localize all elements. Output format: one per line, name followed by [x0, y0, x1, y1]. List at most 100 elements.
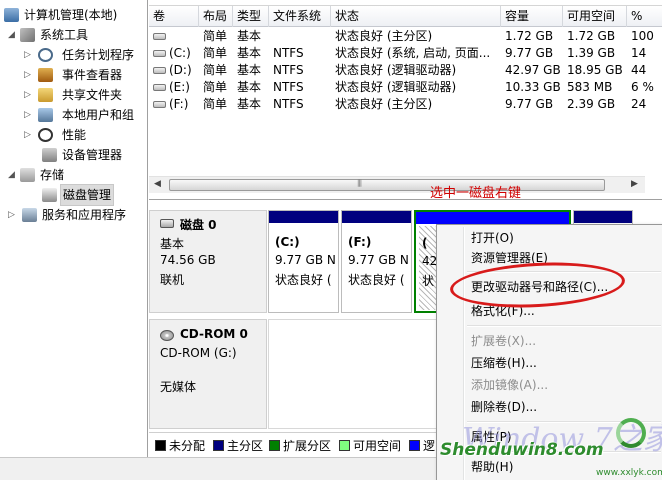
layout-cell: 简单 — [203, 29, 228, 43]
disk-0-label[interactable]: 磁盘 0 基本 74.56 GB 联机 — [149, 210, 267, 313]
volume-name: (E:) — [169, 80, 190, 94]
legend-label: 未分配 — [169, 439, 206, 453]
menu-item-extend-volume: 扩展卷(X)... — [471, 334, 537, 348]
partition-letter: (F:) — [348, 235, 372, 249]
scroll-left-arrow-icon[interactable]: ◀ — [154, 179, 161, 189]
free-space-cell: 18.95 GB — [567, 63, 623, 77]
volume-name: (F:) — [169, 97, 189, 111]
volume-icon — [153, 50, 166, 57]
volume-cell: (E:) — [149, 79, 199, 96]
layout-cell: 简单 — [203, 46, 228, 60]
partition-c[interactable]: (C:) 9.77 GB N 状态良好 ( — [268, 210, 339, 313]
partition-status: 状态良好 ( — [275, 273, 332, 287]
column-header-status[interactable]: 状态 — [331, 6, 501, 27]
partition-status: 状 — [422, 274, 435, 288]
volume-icon — [153, 101, 166, 108]
status-cell: 状态良好 (逻辑驱动器) — [335, 63, 457, 77]
column-header-volume[interactable]: 卷 — [149, 6, 199, 27]
filesystem-cell: NTFS — [273, 80, 304, 94]
column-header-free-space[interactable]: 可用空间 — [563, 6, 627, 27]
collapsed-arrow-icon[interactable]: ▷ — [8, 205, 18, 225]
cdrom-name: CD-ROM 0 — [180, 327, 248, 341]
partition-bar — [342, 211, 411, 223]
scrollbar-thumb[interactable] — [169, 179, 605, 191]
free-space-cell: 1.72 GB — [567, 29, 616, 43]
collapsed-arrow-icon[interactable]: ▷ — [24, 85, 34, 105]
collapsed-arrow-icon[interactable]: ▷ — [24, 105, 34, 125]
volume-cell: (D:) — [149, 62, 199, 79]
filesystem-cell: NTFS — [273, 97, 304, 111]
collapsed-arrow-icon[interactable]: ▷ — [24, 45, 34, 65]
partition-bar — [269, 211, 338, 223]
volume-cell: (C:) — [149, 45, 199, 62]
legend-swatch — [339, 440, 350, 451]
free-space-cell: 1.39 GB — [567, 46, 616, 60]
legend-swatch — [409, 440, 420, 451]
tree-label: 服务和应用程序 — [42, 208, 127, 222]
storage-icon — [20, 168, 35, 182]
volume-icon — [153, 84, 166, 91]
column-header-filesystem[interactable]: 文件系统 — [269, 6, 331, 27]
volume-row[interactable]: (E:) 简单 基本 NTFS 状态良好 (逻辑驱动器) 10.33 GB 58… — [149, 79, 662, 96]
expanded-arrow-icon[interactable]: ◢ — [8, 25, 18, 45]
volume-icon — [153, 67, 166, 74]
users-icon — [38, 108, 53, 122]
legend-label: 可用空间 — [353, 439, 402, 453]
column-header-type[interactable]: 类型 — [233, 6, 269, 27]
performance-icon — [38, 128, 53, 142]
cdrom-media: 无媒体 — [160, 380, 197, 394]
collapsed-arrow-icon[interactable]: ▷ — [24, 125, 34, 145]
capacity-cell: 1.72 GB — [505, 29, 554, 43]
event-viewer-icon — [38, 68, 53, 82]
clock-icon — [38, 48, 53, 62]
percent-free-cell: 6 % — [631, 80, 654, 94]
legend-item-free-space: 可用空间 — [339, 439, 401, 453]
type-cell: 基本 — [237, 46, 262, 60]
filesystem-cell: NTFS — [273, 46, 304, 60]
legend-swatch — [269, 440, 280, 451]
volume-row[interactable]: 简单 基本 状态良好 (主分区) 1.72 GB 1.72 GB 100 — [149, 28, 662, 45]
legend-label: 扩展分区 — [283, 439, 332, 453]
volume-name: (C:) — [169, 46, 191, 60]
type-cell: 基本 — [237, 97, 262, 111]
volume-row[interactable]: (D:) 简单 基本 NTFS 状态良好 (逻辑驱动器) 42.97 GB 18… — [149, 62, 662, 79]
volume-list: 卷 布局 类型 文件系统 状态 容量 可用空间 % 简单 基本 状态良好 (主分… — [149, 0, 662, 200]
volume-cell: (F:) — [149, 96, 199, 113]
disk-management-icon — [42, 188, 57, 202]
menu-item-open[interactable]: 打开(O) — [471, 228, 514, 248]
column-header-percent-free[interactable]: % — [627, 6, 662, 27]
tree-label: 计算机管理(本地) — [24, 8, 118, 22]
watermark-site-small: www.xxlyk.com — [596, 468, 662, 478]
column-header-capacity[interactable]: 容量 — [501, 6, 563, 27]
menu-item-shrink-volume[interactable]: 压缩卷(H)... — [471, 353, 537, 373]
cdrom-0-label[interactable]: CD-ROM 0 CD-ROM (G:) 无媒体 — [149, 319, 267, 429]
status-cell: 状态良好 (逻辑驱动器) — [335, 80, 457, 94]
tree-label: 存储 — [40, 168, 65, 182]
legend-label: 逻 — [423, 439, 436, 453]
volume-row[interactable]: (C:) 简单 基本 NTFS 状态良好 (系统, 启动, 页面... 9.77… — [149, 45, 662, 62]
free-space-cell: 2.39 GB — [567, 97, 616, 111]
partition-f[interactable]: (F:) 9.77 GB N 状态良好 ( — [341, 210, 412, 313]
menu-item-help[interactable]: 帮助(H) — [471, 457, 513, 477]
volume-row[interactable]: (F:) 简单 基本 NTFS 状态良好 (主分区) 9.77 GB 2.39 … — [149, 96, 662, 113]
navigation-tree: 计算机管理(本地) ◢ 系统工具 ▷ 任务计划程序 ▷ 事件查看器 ▷ 共享文件… — [0, 0, 148, 457]
type-cell: 基本 — [237, 29, 262, 43]
legend-label: 主分区 — [227, 439, 264, 453]
scroll-right-arrow-icon[interactable]: ▶ — [631, 179, 638, 189]
layout-cell: 简单 — [203, 97, 228, 111]
shared-folder-icon — [38, 88, 53, 102]
disk-type: 基本 — [160, 237, 185, 251]
legend-item-logical: 逻 — [409, 439, 435, 453]
partition-size: 42 — [422, 254, 438, 268]
tree-label: 事件查看器 — [62, 68, 123, 82]
disk-size: 74.56 GB — [160, 253, 216, 267]
services-icon — [22, 208, 37, 222]
column-header-layout[interactable]: 布局 — [199, 6, 233, 27]
horizontal-scrollbar[interactable]: ◀ ||| ▶ — [149, 176, 645, 193]
collapsed-arrow-icon[interactable]: ▷ — [24, 65, 34, 85]
filesystem-cell — [269, 28, 331, 45]
legend-swatch — [155, 440, 166, 451]
percent-free-cell: 44 — [631, 63, 647, 77]
disk-name: 磁盘 0 — [180, 218, 217, 232]
expanded-arrow-icon[interactable]: ◢ — [8, 165, 18, 185]
